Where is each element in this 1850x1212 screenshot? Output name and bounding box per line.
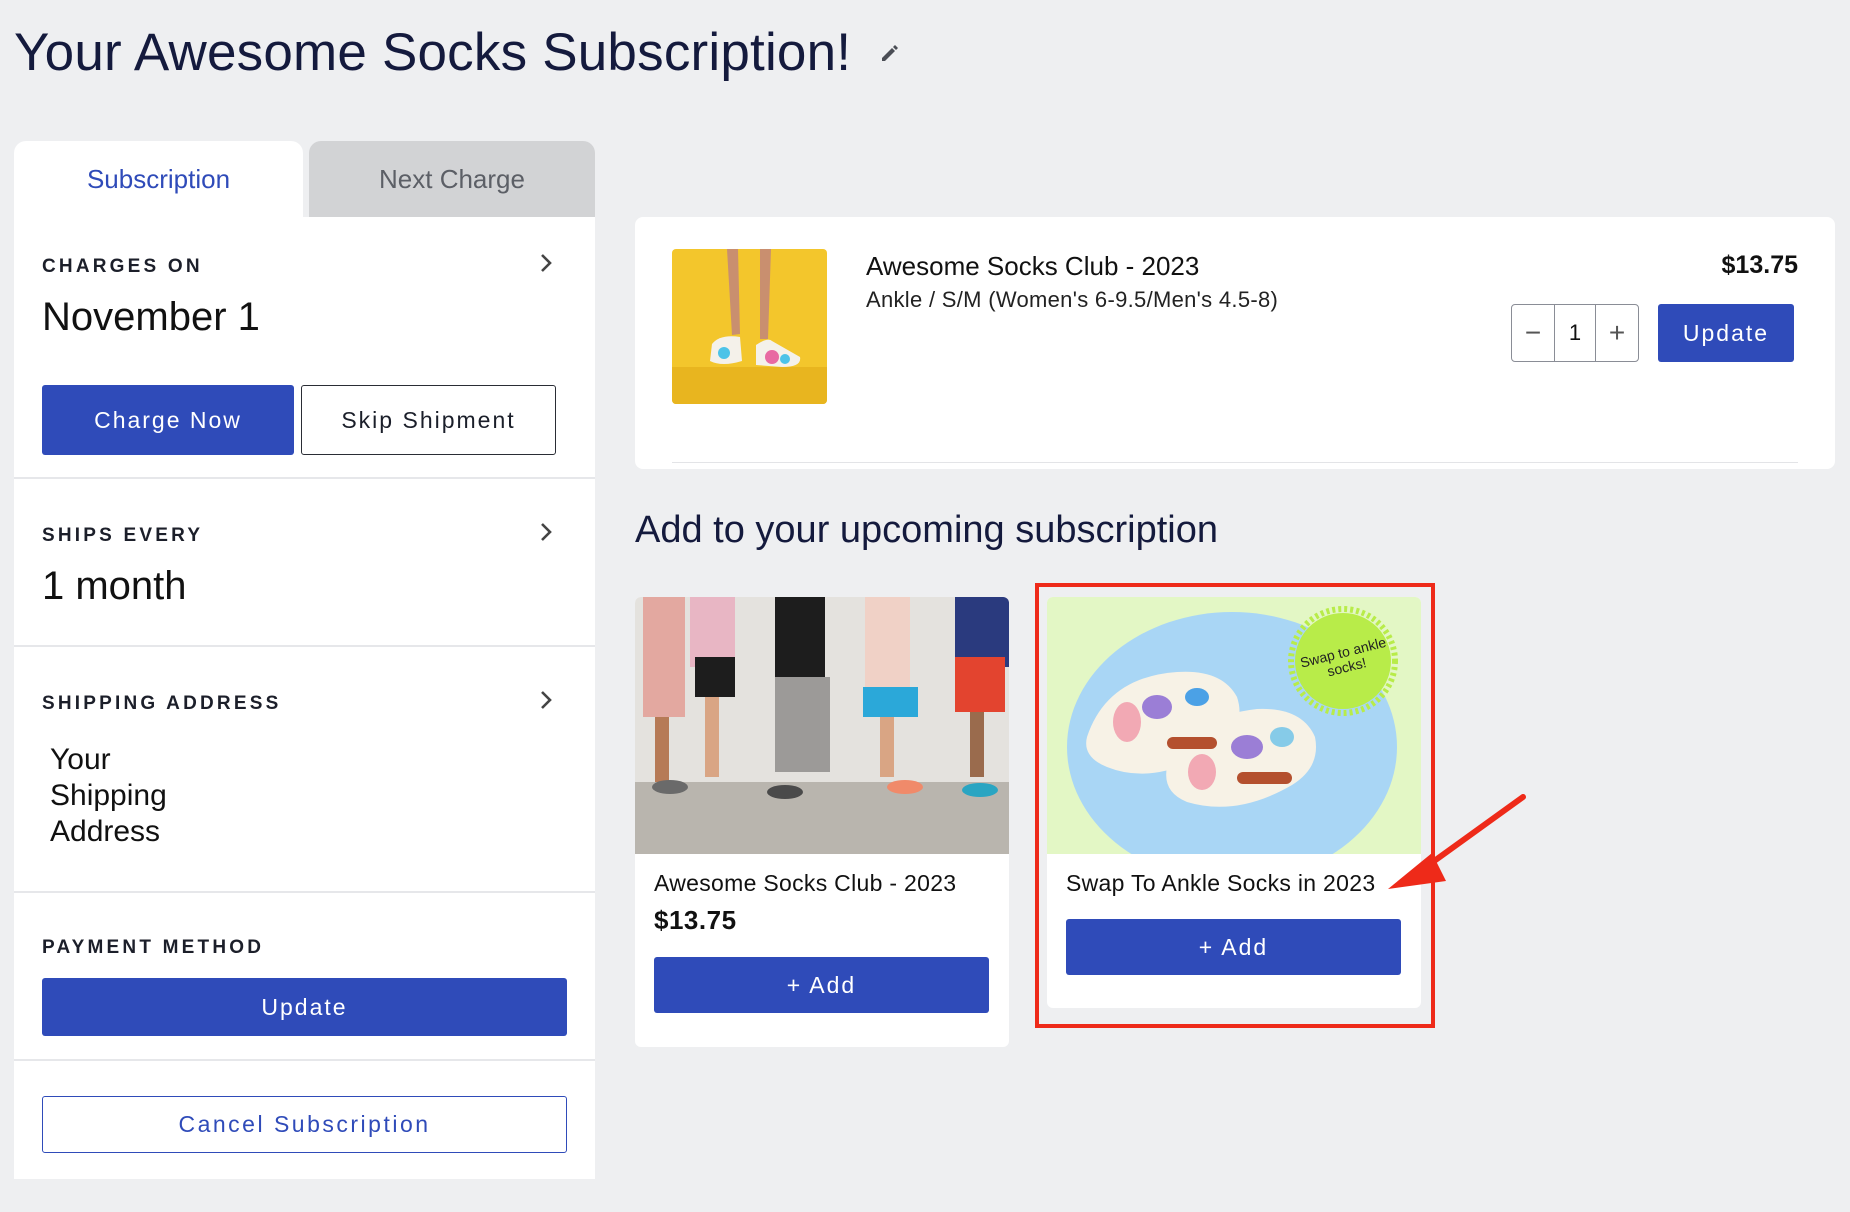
payment-method-label: PAYMENT METHOD	[42, 937, 265, 958]
charges-on-date: November 1	[42, 295, 260, 339]
chevron-right-icon[interactable]	[535, 689, 557, 711]
ships-every-section[interactable]: SHIPS EVERY 1 month	[14, 479, 595, 647]
minus-icon[interactable]: −	[1512, 305, 1554, 361]
shipping-address-text: Your Shipping Address	[50, 742, 167, 850]
payment-update-button[interactable]: Update	[42, 978, 567, 1036]
upsell-card: Awesome Socks Club - 2023 $13.75 + Add	[635, 597, 1009, 1047]
upsell-image-people	[635, 597, 1009, 854]
address-line: Your	[50, 743, 111, 776]
quantity-stepper: − 1 +	[1511, 304, 1639, 362]
address-line: Address	[50, 815, 161, 848]
upsell-title: Add to your upcoming subscription	[635, 509, 1218, 551]
payment-method-section: PAYMENT METHOD Update	[14, 893, 595, 1061]
tab-subscription[interactable]: Subscription	[14, 141, 303, 217]
product-variant: Ankle / S/M (Women's 6-9.5/Men's 4.5-8)	[866, 287, 1279, 312]
divider	[672, 462, 1798, 463]
charges-on-label: CHARGES ON	[42, 256, 203, 277]
ships-every-label: SHIPS EVERY	[42, 525, 204, 546]
subscription-product-card: Awesome Socks Club - 2023 Ankle / S/M (W…	[635, 217, 1835, 469]
subscription-panel: CHARGES ON November 1 Charge Now Skip Sh…	[14, 217, 595, 1179]
plus-icon[interactable]: +	[1596, 305, 1638, 361]
chevron-right-icon[interactable]	[535, 521, 557, 543]
product-update-button[interactable]: Update	[1658, 304, 1794, 362]
charges-on-section[interactable]: CHARGES ON November 1 Charge Now Skip Sh…	[14, 217, 595, 479]
address-line: Shipping	[50, 779, 167, 812]
arrow-annotation-icon	[1388, 794, 1526, 889]
quantity-value[interactable]: 1	[1554, 305, 1596, 361]
tab-next-charge[interactable]: Next Charge	[309, 141, 595, 217]
upsell-item-name: Awesome Socks Club - 2023	[654, 870, 957, 896]
product-price: $13.75	[1721, 251, 1798, 279]
upsell-item-price: $13.75	[654, 905, 737, 935]
shipping-address-label: SHIPPING ADDRESS	[42, 693, 282, 714]
tab-bar: Subscription Next Charge	[14, 141, 595, 217]
page-title-text: Your Awesome Socks Subscription!	[14, 23, 852, 82]
add-upsell-button[interactable]: + Add	[654, 957, 989, 1013]
charge-now-button[interactable]: Charge Now	[42, 385, 294, 455]
shipping-address-section[interactable]: SHIPPING ADDRESS Your Shipping Address	[14, 647, 595, 893]
cancel-subscription-button[interactable]: Cancel Subscription	[42, 1096, 567, 1153]
page-title: Your Awesome Socks Subscription!	[14, 22, 901, 83]
product-name[interactable]: Awesome Socks Club - 2023	[866, 251, 1199, 282]
ships-every-value: 1 month	[42, 564, 187, 608]
chevron-right-icon[interactable]	[535, 252, 557, 274]
product-image	[672, 249, 827, 404]
pencil-icon[interactable]	[879, 42, 901, 64]
skip-shipment-button[interactable]: Skip Shipment	[301, 385, 556, 455]
